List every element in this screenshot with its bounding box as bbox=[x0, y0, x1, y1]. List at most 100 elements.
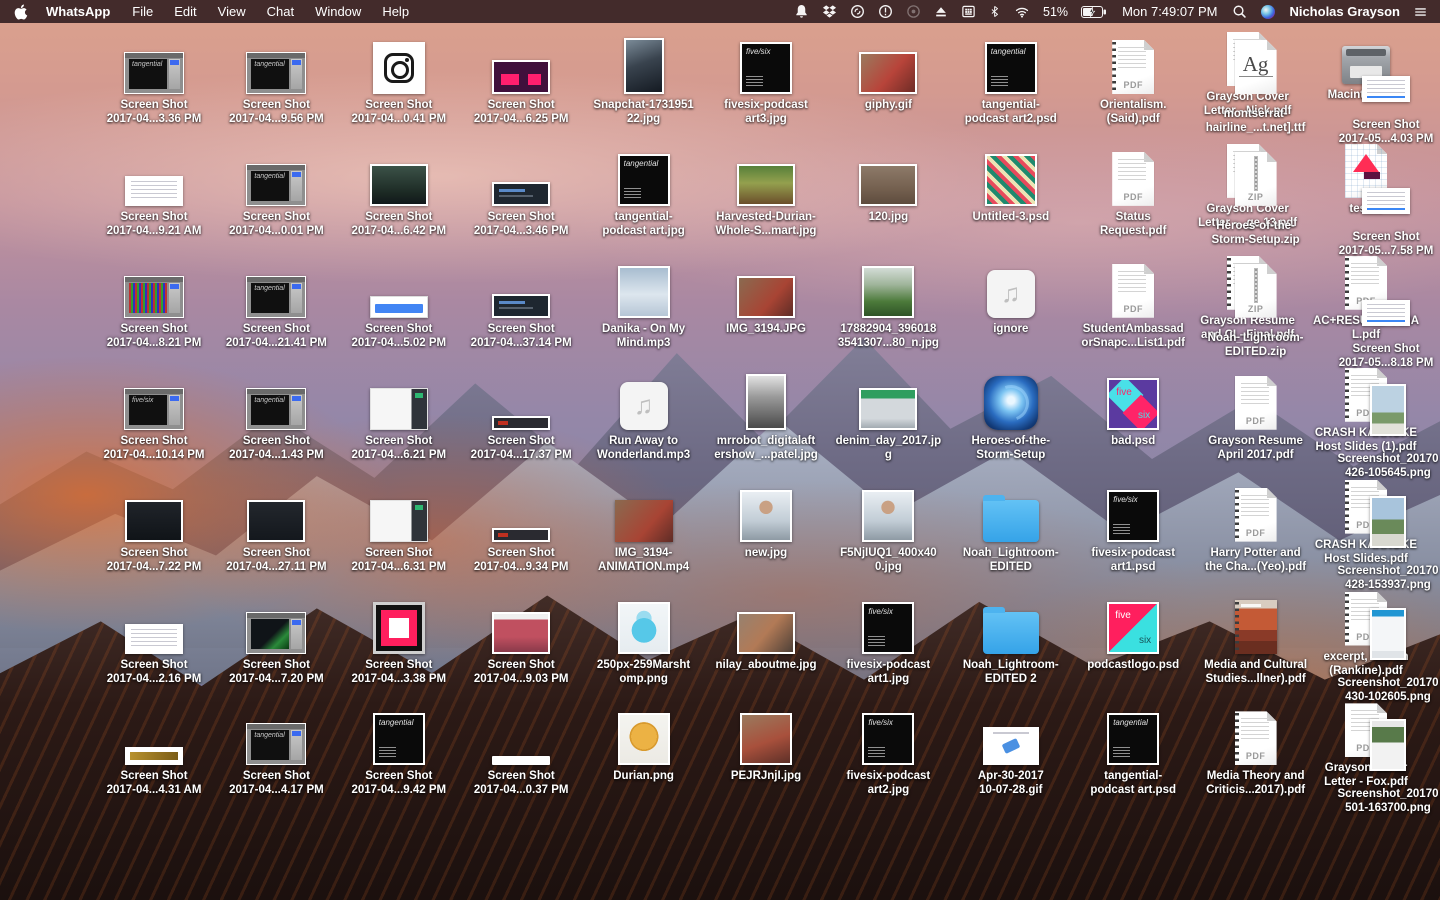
desktop-icon[interactable]: mrrobot_digitalaftershow_...patel.jpg bbox=[705, 366, 827, 462]
desktop-icon[interactable]: Screen Shot2017-04...9.34 PM bbox=[460, 478, 582, 574]
desktop-icon[interactable]: ZIPHeroes-of-the-Storm-Setup.zip bbox=[1195, 142, 1317, 238]
siri-icon[interactable] bbox=[1260, 4, 1276, 20]
menu-clock[interactable]: Mon 7:49:07 PM bbox=[1122, 4, 1217, 19]
desktop-icon[interactable]: PDFHarry Potter andthe Cha...(Yeo).pdf bbox=[1195, 478, 1317, 574]
desktop-icon[interactable]: five/sixfivesix-podcastart1.jpg bbox=[827, 590, 949, 686]
desktop-icon[interactable]: PEJRJnjI.jpg bbox=[705, 701, 827, 783]
desktop-icon[interactable]: fivesixbad.psd bbox=[1072, 366, 1194, 448]
alert-circle-icon[interactable] bbox=[878, 4, 893, 19]
dimmed-app-icon[interactable] bbox=[906, 4, 921, 19]
desktop-icon[interactable]: Apr-30-201710-07-28.gif bbox=[950, 701, 1072, 797]
desktop-icon[interactable]: Screen Shot2017-04...6.31 PM bbox=[338, 478, 460, 574]
eject-icon[interactable] bbox=[934, 5, 948, 19]
desktop-icon[interactable]: Screen Shot2017-04...8.21 PM bbox=[93, 254, 215, 350]
menu-window[interactable]: Window bbox=[315, 4, 361, 19]
menu-file[interactable]: File bbox=[132, 4, 153, 19]
desktop-icon[interactable]: tangentialScreen Shot2017-04...0.01 PM bbox=[215, 142, 337, 238]
desktop-icon[interactable]: five/sixfivesix-podcastart3.jpg bbox=[705, 30, 827, 126]
desktop-icon[interactable]: Screen Shot2017-04...27.11 PM bbox=[215, 478, 337, 574]
desktop-icon[interactable]: PDFStudentAmbassadorSnapc...List1.pdf bbox=[1072, 254, 1194, 350]
boot-camp-grid-icon[interactable] bbox=[961, 4, 976, 19]
bluetooth-icon[interactable] bbox=[989, 4, 1001, 19]
desktop-icon[interactable]: ZIPNoah_Lightroom-EDITED.zip bbox=[1195, 254, 1317, 350]
desktop-icon[interactable]: Durian.png bbox=[583, 701, 705, 783]
desktop-icon[interactable]: Screen Shot2017-04...6.25 PM bbox=[460, 30, 582, 126]
desktop-icon[interactable]: Screenshot_20170428-153937.png bbox=[1327, 484, 1440, 580]
desktop-icon[interactable]: Screen Shot2017-04...7.20 PM bbox=[215, 590, 337, 686]
desktop-icon[interactable]: denim_day_2017.jpg bbox=[827, 366, 949, 462]
desktop-icon[interactable]: Screen Shot2017-04...0.37 PM bbox=[460, 701, 582, 797]
desktop-icon[interactable]: PDFOrientalism.(Said).pdf bbox=[1072, 30, 1194, 126]
apple-menu-icon[interactable] bbox=[14, 4, 28, 20]
desktop-icon[interactable]: Screen Shot2017-04...9.21 AM bbox=[93, 142, 215, 238]
desktop-icon[interactable]: nilay_aboutme.jpg bbox=[705, 590, 827, 672]
desktop-icon[interactable]: Noah_Lightroom-EDITED 2 bbox=[950, 590, 1072, 686]
desktop-icon[interactable]: Screen Shot2017-04...3.46 PM bbox=[460, 142, 582, 238]
desktop-icon[interactable]: Screen Shot2017-05...7.58 PM bbox=[1325, 150, 1440, 246]
desktop-icon[interactable]: ignore bbox=[950, 254, 1072, 336]
desktop-icon[interactable]: giphy.gif bbox=[827, 30, 949, 112]
desktop-icon[interactable]: PDFStatusRequest.pdf bbox=[1072, 142, 1194, 238]
desktop-icon[interactable]: Run Away toWonderland.mp3 bbox=[583, 366, 705, 462]
desktop-icon[interactable]: Heroes-of-the-Storm-Setup bbox=[950, 366, 1072, 462]
desktop-icon[interactable]: Untitled-3.psd bbox=[950, 142, 1072, 224]
desktop-icon[interactable]: tangentialScreen Shot2017-04...3.36 PM bbox=[93, 30, 215, 126]
desktop-icon[interactable]: Screenshot_20170501-163700.png bbox=[1327, 707, 1440, 803]
desktop-icon[interactable]: Screen Shot2017-04...7.22 PM bbox=[93, 478, 215, 574]
desktop-icon[interactable]: tangentialScreen Shot2017-04...4.17 PM bbox=[215, 701, 337, 797]
desktop-icon[interactable]: fivesixpodcastlogo.psd bbox=[1072, 590, 1194, 672]
desktop-icon[interactable]: tangentialtangential-podcast art.jpg bbox=[583, 142, 705, 238]
desktop-icon[interactable]: Screenshot_20170430-102605.png bbox=[1327, 596, 1440, 692]
desktop-icon[interactable]: F5NjIUQ1_400x400.jpg bbox=[827, 478, 949, 574]
desktop-icon[interactable]: tangentialScreen Shot2017-04...21.41 PM bbox=[215, 254, 337, 350]
desktop-icon[interactable]: IMG_3194.JPG bbox=[705, 254, 827, 336]
desktop-icon[interactable]: Screen Shot2017-05...8.18 PM bbox=[1325, 262, 1440, 358]
desktop-icon[interactable]: five/sixfivesix-podcastart1.psd bbox=[1072, 478, 1194, 574]
desktop-icon[interactable]: Screenshot_20170426-105645.png bbox=[1327, 372, 1440, 468]
desktop-icon[interactable]: new.jpg bbox=[705, 478, 827, 560]
desktop-icon[interactable]: 250px-259Marshtomp.png bbox=[583, 590, 705, 686]
desktop-icon[interactable]: Agmontserrat-hairline_...t.net].ttf bbox=[1195, 30, 1317, 126]
notification-center-icon[interactable] bbox=[1413, 5, 1428, 19]
desktop-icon[interactable]: 120.jpg bbox=[827, 142, 949, 224]
desktop-icon[interactable]: Screen Shot2017-04...6.21 PM bbox=[338, 366, 460, 462]
desktop-icon[interactable]: Snapchat-173195122.jpg bbox=[583, 30, 705, 126]
fast-user-switch-menu[interactable]: Nicholas Grayson bbox=[1289, 4, 1400, 19]
desktop-icon[interactable]: tangentialScreen Shot2017-04...1.43 PM bbox=[215, 366, 337, 462]
desktop-icon[interactable]: Media and CulturalStudies...llner).pdf bbox=[1195, 590, 1317, 686]
desktop-icon[interactable]: IMG_3194-ANIMATION.mp4 bbox=[583, 478, 705, 574]
menu-edit[interactable]: Edit bbox=[174, 4, 196, 19]
spotlight-icon[interactable] bbox=[1232, 4, 1247, 19]
desktop-icon[interactable]: Screen Shot2017-04...2.16 PM bbox=[93, 590, 215, 686]
wifi-icon[interactable] bbox=[1014, 5, 1030, 19]
desktop-icon[interactable]: Danika - On MyMind.mp3 bbox=[583, 254, 705, 350]
desktop-icon[interactable]: Noah_Lightroom-EDITED bbox=[950, 478, 1072, 574]
menu-chat[interactable]: Chat bbox=[267, 4, 294, 19]
desktop-icon[interactable]: Harvested-Durian-Whole-S...mart.jpg bbox=[705, 142, 827, 238]
active-app-menu[interactable]: WhatsApp bbox=[46, 4, 110, 19]
desktop-icon[interactable]: Screen Shot2017-04...6.42 PM bbox=[338, 142, 460, 238]
desktop-icon[interactable]: Screen Shot2017-04...0.41 PM bbox=[338, 30, 460, 126]
desktop-icon[interactable]: Screen Shot2017-04...37.14 PM bbox=[460, 254, 582, 350]
notification-bell-icon[interactable] bbox=[794, 4, 809, 19]
desktop-icon[interactable]: five/sixfivesix-podcastart2.jpg bbox=[827, 701, 949, 797]
desktop-icon[interactable]: Screen Shot2017-05...4.03 PM bbox=[1325, 38, 1440, 134]
desktop-icon[interactable]: tangentialtangential-podcast art.psd bbox=[1072, 701, 1194, 797]
menu-view[interactable]: View bbox=[218, 4, 246, 19]
desktop-icon[interactable]: tangentialScreen Shot2017-04...9.42 PM bbox=[338, 701, 460, 797]
desktop-icon[interactable]: tangentialtangential-podcast art2.psd bbox=[950, 30, 1072, 126]
desktop-icon[interactable]: Screen Shot2017-04...3.38 PM bbox=[338, 590, 460, 686]
desktop-icon[interactable]: tangentialScreen Shot2017-04...9.56 PM bbox=[215, 30, 337, 126]
dropbox-icon[interactable] bbox=[822, 4, 837, 19]
desktop-icon[interactable]: PDFGrayson ResumeApril 2017.pdf bbox=[1195, 366, 1317, 462]
desktop-icon[interactable]: Screen Shot2017-04...4.31 AM bbox=[93, 701, 215, 797]
desktop-icon[interactable]: Screen Shot2017-04...5.02 PM bbox=[338, 254, 460, 350]
menu-help[interactable]: Help bbox=[382, 4, 409, 19]
desktop-icon[interactable]: Screen Shot2017-04...17.37 PM bbox=[460, 366, 582, 462]
desktop-icon[interactable]: 17882904_3960183541307...80_n.jpg bbox=[827, 254, 949, 350]
desktop-icon[interactable]: five/sixScreen Shot2017-04...10.14 PM bbox=[93, 366, 215, 462]
desktop-icon[interactable]: PDFMedia Theory andCriticis...2017).pdf bbox=[1195, 701, 1317, 797]
battery-charging-icon[interactable] bbox=[1081, 6, 1107, 18]
desktop-icon[interactable]: Screen Shot2017-04...9.03 PM bbox=[460, 590, 582, 686]
creative-cloud-icon[interactable] bbox=[850, 4, 865, 19]
